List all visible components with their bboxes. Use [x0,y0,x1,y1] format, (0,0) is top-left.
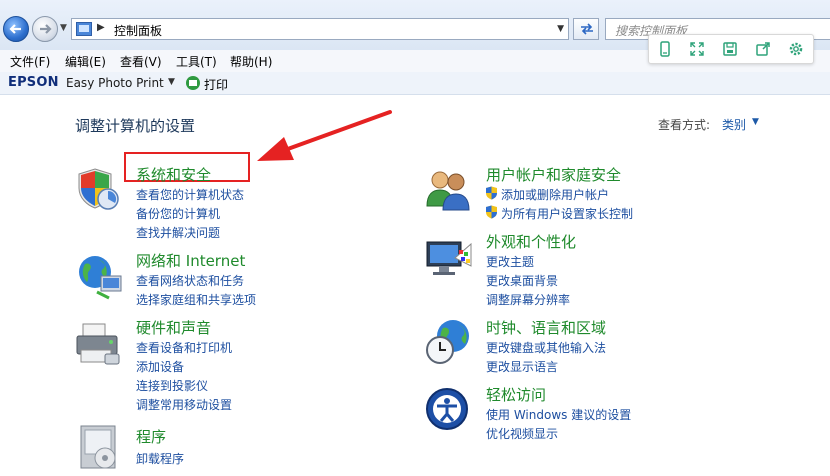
category-ease-of-access[interactable]: 轻松访问 [486,384,546,405]
menu-file[interactable]: 文件(F) [10,53,50,70]
epson-toolbar: EPSON Easy Photo Print ▼ 打印 [0,72,830,95]
menu-view[interactable]: 查看(V) [120,53,162,70]
easy-photo-print-button[interactable]: Easy Photo Print [66,76,164,90]
share-icon[interactable] [754,40,772,58]
settings-gear-icon[interactable] [787,40,805,58]
link-add-device[interactable]: 添加设备 [136,358,184,375]
category-clock-language-region[interactable]: 时钟、语言和区域 [486,317,606,338]
breadcrumb-separator-icon[interactable]: ▶ [97,22,105,33]
category-programs[interactable]: 程序 [136,426,166,447]
view-by-caret-icon[interactable]: ▼ [752,117,759,127]
category-system-security[interactable]: 系统和安全 [136,164,211,185]
link-view-network-status[interactable]: 查看网络状态和任务 [136,272,244,289]
forward-button[interactable] [32,16,58,42]
shield-icon[interactable] [75,166,121,212]
address-dropdown-icon[interactable]: ▼ [557,24,564,34]
breadcrumb[interactable]: 控制面板 [114,22,162,39]
link-troubleshoot[interactable]: 查找并解决问题 [136,224,220,241]
epson-logo: EPSON [8,75,59,90]
menu-tools[interactable]: 工具(T) [176,53,217,70]
address-field[interactable]: ▶ 控制面板 ▼ [71,18,569,40]
accessibility-icon[interactable] [425,385,473,433]
epson-dropdown-icon[interactable]: ▼ [168,77,175,87]
history-dropdown-icon[interactable]: ▼ [60,23,67,33]
link-backup-computer[interactable]: 备份您的计算机 [136,205,220,222]
network-globe-icon[interactable] [75,252,123,300]
printer-icon[interactable] [75,320,123,366]
fullscreen-icon[interactable] [688,40,706,58]
link-view-computer-status[interactable]: 查看您的计算机状态 [136,186,244,203]
save-icon[interactable] [721,40,739,58]
uac-shield-icon [486,186,497,200]
link-change-display-language[interactable]: 更改显示语言 [486,358,558,375]
link-connect-projector[interactable]: 连接到投影仪 [136,377,208,394]
link-screen-resolution[interactable]: 调整屏幕分辨率 [486,291,570,308]
back-button[interactable] [3,16,29,42]
page-title: 调整计算机的设置 [75,117,196,135]
link-uninstall-program[interactable]: 卸载程序 [136,450,184,467]
category-appearance[interactable]: 外观和个性化 [486,231,576,252]
refresh-icon [581,23,593,35]
monitor-palette-icon[interactable] [425,238,473,280]
link-homegroup-sharing[interactable]: 选择家庭组和共享选项 [136,291,256,308]
users-icon[interactable] [425,166,473,212]
floating-toolbar [648,34,814,64]
uac-shield-icon [486,205,497,219]
clock-globe-icon[interactable] [425,318,473,366]
link-change-theme[interactable]: 更改主题 [486,253,534,270]
link-mobility-settings[interactable]: 调整常用移动设置 [136,396,232,413]
print-icon[interactable] [186,76,200,90]
forward-arrow-icon [40,24,52,34]
link-add-remove-accounts[interactable]: 添加或删除用户帐户 [501,186,609,203]
print-button[interactable]: 打印 [204,76,228,93]
link-devices-printers[interactable]: 查看设备和打印机 [136,339,232,356]
programs-box-icon[interactable] [75,422,123,472]
view-by-dropdown[interactable]: 类别 [722,116,746,133]
category-network-internet[interactable]: 网络和 Internet [136,250,245,271]
phone-icon[interactable] [656,40,674,58]
category-hardware-sound[interactable]: 硬件和声音 [136,317,211,338]
refresh-button[interactable] [573,18,599,40]
link-change-background[interactable]: 更改桌面背景 [486,272,558,289]
menu-edit[interactable]: 编辑(E) [65,53,106,70]
link-parental-controls[interactable]: 为所有用户设置家长控制 [501,205,633,222]
link-optimize-display[interactable]: 优化视频显示 [486,425,558,442]
back-arrow-icon [9,24,21,34]
link-recommended-settings[interactable]: 使用 Windows 建议的设置 [486,406,631,423]
menu-help[interactable]: 帮助(H) [230,53,272,70]
view-by-label: 查看方式: [658,118,711,132]
control-panel-icon [76,22,92,36]
link-change-keyboard-input[interactable]: 更改键盘或其他输入法 [486,339,606,356]
category-user-accounts[interactable]: 用户帐户和家庭安全 [486,164,621,185]
